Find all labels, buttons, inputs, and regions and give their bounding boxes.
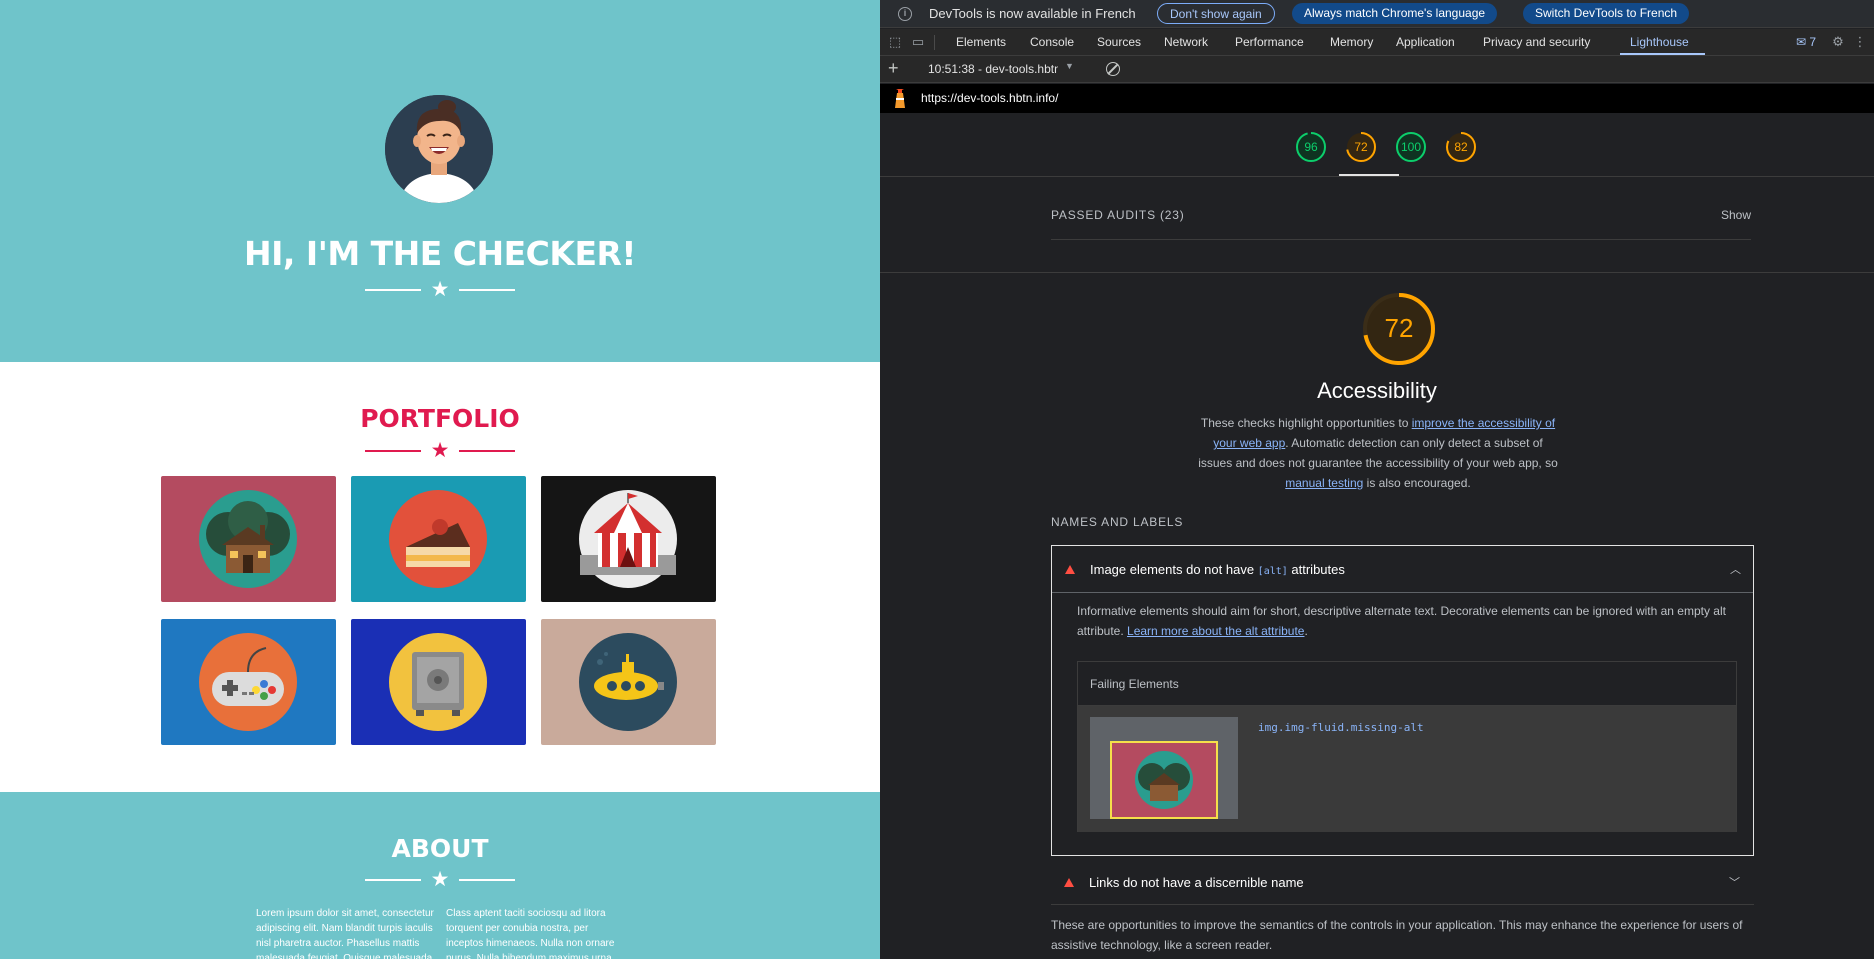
issues-icon: ✉ (1796, 35, 1807, 49)
failing-elements-table: Failing Elements img.img-fluid.missing-a… (1077, 661, 1737, 832)
about-divider: ★ (365, 868, 515, 891)
lighthouse-toolbar: + 10:51:38 - dev-tools.hbtn.i ▼ (880, 56, 1874, 83)
report-url-bar: https://dev-tools.hbtn.info/ (880, 84, 1874, 113)
audit-link-name[interactable]: Links do not have a discernible name ﹀ (1051, 860, 1754, 905)
cabin-icon (199, 490, 297, 588)
opportunities-description: These are opportunities to improve the s… (1051, 918, 1743, 952)
hero-title: HI, I'M THE CHECKER! (244, 234, 636, 273)
score-gauge-best-practices[interactable]: 100 (1395, 131, 1427, 163)
dont-show-again-button[interactable]: Don't show again (1157, 3, 1275, 24)
group-title-names-labels: NAMES AND LABELS (1051, 515, 1184, 529)
star-icon: ★ (430, 278, 450, 301)
score-value: 82 (1454, 140, 1468, 154)
tab-lighthouse[interactable]: Lighthouse (1630, 35, 1689, 49)
tab-memory[interactable]: Memory (1330, 35, 1373, 49)
category-description: These checks highlight opportunities to … (1198, 416, 1558, 490)
website-viewport: HI, I'M THE CHECKER! ★ PORTFOLIO ★ ABOUT… (0, 0, 880, 959)
portfolio-item-cake[interactable] (351, 476, 526, 602)
always-match-language-button[interactable]: Always match Chrome's language (1292, 3, 1498, 24)
accessibility-score-value: 72 (1384, 313, 1414, 343)
new-report-icon[interactable]: + (888, 58, 899, 79)
switch-to-french-button[interactable]: Switch DevTools to French (1523, 3, 1690, 24)
cake-icon (389, 490, 487, 588)
chevron-down-icon[interactable]: ▼ (1065, 61, 1074, 71)
score-gauge-seo[interactable]: 82 (1445, 131, 1477, 163)
inspect-element-icon[interactable]: ⬚ (887, 34, 903, 50)
score-gauge-accessibility[interactable]: 72 (1345, 131, 1377, 163)
portfolio-item-cabin[interactable] (161, 476, 336, 602)
portfolio-title: PORTFOLIO (360, 404, 520, 433)
chevron-down-icon[interactable]: ﹀ (1729, 874, 1740, 890)
about-title: ABOUT (391, 834, 489, 863)
submarine-icon (579, 633, 677, 731)
show-passed-audits-button[interactable]: Show (1721, 208, 1751, 222)
learn-more-alt-link[interactable]: Learn more about the alt attribute (1127, 624, 1304, 638)
settings-gear-icon[interactable]: ⚙ (1830, 34, 1846, 50)
issues-badge[interactable]: ✉ 7 (1796, 35, 1816, 49)
audit-title: Image elements do not have [alt] attribu… (1090, 562, 1345, 577)
failing-elements-header: Failing Elements (1090, 677, 1179, 691)
tab-console[interactable]: Console (1030, 35, 1074, 49)
portfolio-item-circus-tent[interactable] (541, 476, 716, 602)
star-icon: ★ (430, 439, 450, 462)
language-infobar: i DevTools is now available in French Do… (880, 0, 1874, 28)
chevron-up-icon[interactable]: ︿ (1730, 561, 1741, 577)
about-text-right: Class aptent taciti sociosqu ad litora t… (446, 908, 615, 959)
tab-sources[interactable]: Sources (1097, 35, 1141, 49)
report-selector[interactable]: 10:51:38 - dev-tools.hbtn.i (928, 62, 1058, 76)
element-screenshot-thumbnail[interactable] (1090, 717, 1238, 819)
portfolio-item-submarine[interactable] (541, 619, 716, 745)
failing-element-selector[interactable]: img.img-fluid.missing-alt (1258, 721, 1424, 734)
portfolio-item-safe[interactable] (351, 619, 526, 745)
issues-count: 7 (1809, 35, 1817, 49)
tab-application[interactable]: Application (1396, 35, 1455, 49)
audit-description: Informative elements should aim for shor… (1077, 604, 1726, 638)
passed-audits-label: PASSED AUDITS (23) (1051, 208, 1185, 222)
about-section: ABOUT ★ Lorem ipsum dolor sit amet, cons… (0, 792, 880, 959)
hero-section: HI, I'M THE CHECKER! ★ (0, 0, 880, 362)
circus-tent-icon (579, 490, 677, 588)
score-gauges: 96 72 100 82 (880, 113, 1874, 177)
avatar (385, 95, 493, 203)
devtools-panel: i DevTools is now available in French Do… (880, 0, 1874, 959)
fail-triangle-icon (1064, 878, 1074, 887)
tab-elements[interactable]: Elements (956, 35, 1006, 49)
tab-network[interactable]: Network (1164, 35, 1208, 49)
safe-icon (389, 633, 487, 731)
star-icon: ★ (430, 868, 450, 891)
audit-image-alt: Image elements do not have [alt] attribu… (1051, 545, 1754, 856)
clear-reports-icon[interactable] (1106, 62, 1120, 76)
passed-audits-row: PASSED AUDITS (23) Show (1051, 205, 1751, 240)
audited-url[interactable]: https://dev-tools.hbtn.info/ (921, 91, 1058, 105)
devtools-tabbar: ⬚ ▭ Elements Console Sources Network Per… (880, 29, 1874, 56)
hero-divider: ★ (365, 278, 515, 301)
info-icon: i (898, 7, 912, 21)
infobar-message: DevTools is now available in French (929, 6, 1136, 21)
more-options-icon[interactable]: ⋮ (1852, 34, 1868, 50)
audit-title: Links do not have a discernible name (1089, 875, 1304, 890)
audit-image-alt-header[interactable]: Image elements do not have [alt] attribu… (1052, 546, 1753, 593)
table-row[interactable]: img.img-fluid.missing-alt (1078, 706, 1736, 832)
lighthouse-logo-icon (895, 89, 905, 108)
game-controller-icon (199, 633, 297, 731)
manual-testing-link[interactable]: manual testing (1285, 476, 1363, 490)
score-value: 100 (1400, 140, 1422, 154)
portfolio-divider: ★ (365, 439, 515, 462)
category-title: Accessibility (1317, 378, 1437, 403)
accessibility-score-gauge: 72 (1361, 291, 1437, 367)
portfolio-item-game-controller[interactable] (161, 619, 336, 745)
tab-performance[interactable]: Performance (1235, 35, 1304, 49)
device-toolbar-icon[interactable]: ▭ (910, 34, 926, 50)
fail-triangle-icon (1065, 565, 1075, 574)
score-value: 96 (1304, 140, 1318, 154)
score-gauge-performance[interactable]: 96 (1295, 131, 1327, 163)
score-value: 72 (1354, 140, 1368, 154)
tab-privacy-security[interactable]: Privacy and security (1483, 35, 1590, 49)
about-text-left: Lorem ipsum dolor sit amet, consectetur … (256, 908, 434, 959)
